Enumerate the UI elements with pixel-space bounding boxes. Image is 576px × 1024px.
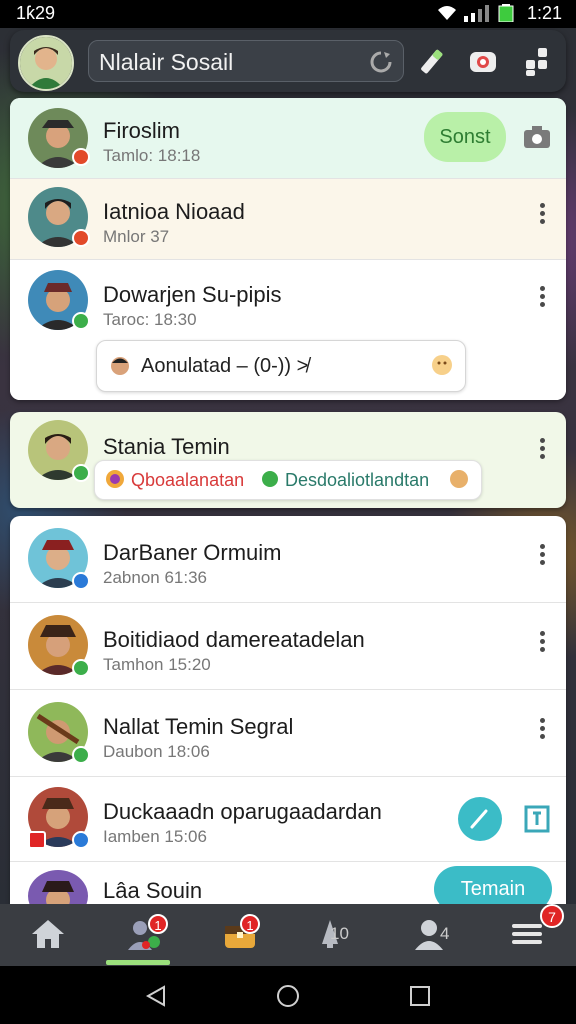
top-app-bar: Nlalair Sosail (10, 30, 566, 92)
contact-subtitle: 2abnon 61:36 (103, 568, 207, 587)
signal-icon (464, 5, 489, 22)
message-bubble[interactable]: Aonulatad – (0-)) ≯ (96, 340, 466, 392)
contact-row[interactable]: Iatnioa Nioaad Mnlor 37 (10, 179, 566, 260)
more-options-icon[interactable] (538, 544, 546, 568)
message-text-left: Qboaalanatan (131, 470, 245, 490)
status-badge (72, 464, 90, 482)
battery-icon (498, 4, 514, 22)
send-button[interactable]: Sonst (424, 112, 506, 162)
user-portrait-icon (20, 37, 72, 89)
message-text-right: Desdoaliotlandtan (285, 470, 430, 490)
nav-alerts[interactable]: 10 (288, 904, 384, 966)
contact-subtitle: Mnlor 37 (103, 227, 170, 246)
wifi-icon (438, 6, 456, 20)
camera-icon[interactable] (466, 44, 500, 78)
pencil-icon (470, 809, 488, 829)
status-badge (72, 659, 90, 677)
status-badge (72, 831, 90, 849)
notification-badge: 7 (540, 904, 564, 928)
bottom-nav: 1 1 10 4 7 (0, 904, 576, 966)
camera-icon[interactable] (522, 124, 552, 150)
contact-row[interactable]: Dowarjen Su-pipis Taroc: 18:30 Aonulatad… (10, 260, 566, 400)
message-bubble[interactable]: Qboaalanatan Desdoaliotlandtan (94, 460, 482, 500)
contact-card-list: DarBaner Ormuim 2abnon 61:36 Boitidiaod … (10, 516, 566, 904)
home-circle-icon[interactable] (276, 984, 300, 1008)
bookmark-icon[interactable] (524, 805, 550, 833)
notification-badge: 1 (148, 914, 168, 934)
nav-chest[interactable]: 1 (192, 904, 288, 966)
contact-subtitle: Tamlo: 18:18 (103, 146, 201, 165)
contact-name: Nallat Temin Segral (103, 714, 294, 739)
status-time-right: 1:21 (526, 3, 562, 23)
contact-name: Firoslim (103, 118, 180, 143)
status-bar: 1ƙ29 1:21 (0, 0, 576, 28)
status-badge (72, 746, 90, 764)
status-time-left: 1ƙ29 (16, 3, 56, 23)
more-options-icon[interactable] (538, 203, 546, 227)
contact-subtitle: Daubon 18:06 (103, 742, 210, 761)
contact-name: Stania Temin (103, 434, 230, 459)
emoji-icon (450, 470, 468, 488)
menu-icon (512, 924, 542, 944)
contact-row[interactable]: DarBaner Ormuim 2abnon 61:36 (10, 516, 566, 603)
profile-count: 4 (440, 924, 450, 943)
team-button[interactable]: Temain (434, 866, 552, 904)
active-tab-indicator (106, 960, 170, 965)
contact-subtitle: Taroc: 18:30 (103, 310, 197, 329)
edit-pencil-icon[interactable] (414, 44, 448, 78)
emoji-icon (432, 355, 452, 375)
more-options-icon[interactable] (538, 631, 546, 655)
contact-card-highlight: Stania Temin Qboaalanatan Desdoaliotland… (10, 412, 566, 508)
alert-badge (28, 831, 46, 849)
more-options-icon[interactable] (538, 286, 546, 310)
contact-row[interactable]: Lâa Souin Temain (10, 862, 566, 904)
contact-row[interactable]: Stania Temin Qboaalanatan Desdoaliotland… (10, 412, 566, 508)
contact-name: Dowarjen Su-pipis (103, 282, 282, 307)
more-options-icon[interactable] (538, 718, 546, 742)
grid-apps-icon[interactable] (520, 44, 554, 78)
contact-row[interactable]: Nallat Temin Segral Daubon 18:06 (10, 690, 566, 777)
alerts-count: 10 (330, 924, 349, 943)
green-dot-icon (262, 471, 278, 487)
contact-name: Duckaaadn oparugaadardan (103, 799, 382, 824)
contact-name: Lâa Souin (103, 878, 203, 903)
contact-name: Boitidiaod damereatadelan (103, 627, 365, 652)
nav-menu[interactable]: 7 (480, 904, 576, 966)
nav-profile[interactable]: 4 (384, 904, 480, 966)
contact-name: DarBaner Ormuim (103, 540, 282, 565)
status-badge (72, 229, 90, 247)
contact-row[interactable]: Duckaaadn oparugaadardan Iamben 15:06 (10, 777, 566, 862)
contact-subtitle: Iamben 15:06 (103, 827, 207, 846)
contact-row[interactable]: Boitidiaod damereatadelan Tamhon 15:20 (10, 603, 566, 690)
contact-name: Iatnioa Nioaad (103, 199, 245, 224)
nav-friends[interactable]: 1 (96, 904, 192, 966)
compose-button[interactable] (458, 797, 502, 841)
status-badge (72, 572, 90, 590)
more-options-icon[interactable] (538, 438, 546, 462)
nav-home[interactable] (0, 904, 96, 966)
sticker-icon (106, 470, 124, 488)
search-field[interactable]: Nlalair Sosail (88, 40, 404, 82)
contact-avatar (28, 870, 88, 904)
user-portrait-icon (28, 870, 88, 904)
recents-icon[interactable] (408, 984, 432, 1008)
refresh-icon[interactable] (369, 50, 393, 74)
system-nav-bar (0, 966, 576, 1024)
status-badge (72, 148, 90, 166)
face-icon (111, 357, 129, 375)
contact-row[interactable]: Firoslim Tamlo: 18:18 Sonst (10, 98, 566, 179)
app-title: Nlalair Sosail (99, 49, 234, 75)
contact-subtitle: Tamhon 15:20 (103, 655, 211, 674)
my-avatar[interactable] (18, 35, 74, 91)
back-icon[interactable] (144, 984, 168, 1008)
notification-badge: 1 (240, 914, 260, 934)
contact-card-top: Firoslim Tamlo: 18:18 Sonst Iatnioa Nioa… (10, 98, 566, 400)
status-badge (72, 312, 90, 330)
home-icon (32, 920, 64, 948)
message-text: Aonulatad – (0-)) ≯ (141, 355, 309, 377)
